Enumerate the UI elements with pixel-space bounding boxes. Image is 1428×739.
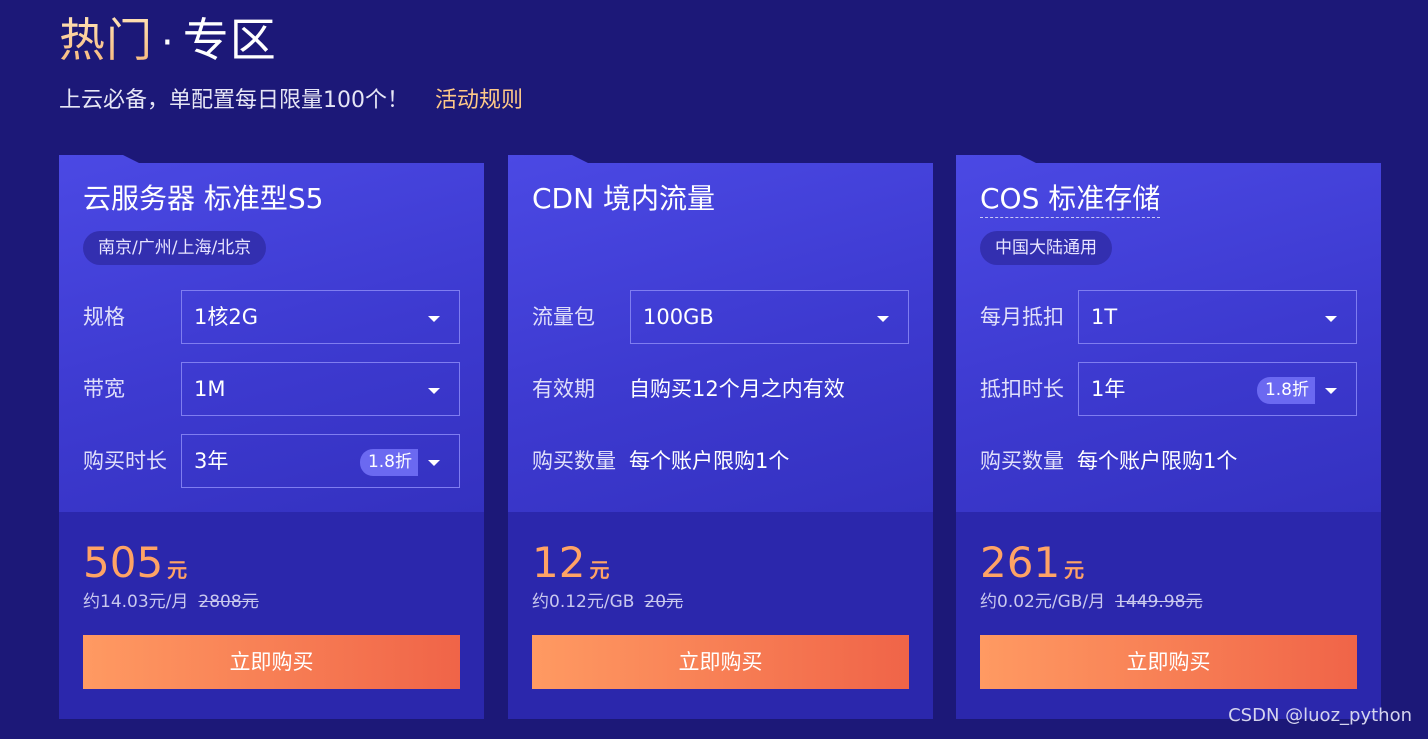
watermark: CSDN @luoz_python: [1228, 705, 1412, 726]
card-title: 云服务器 标准型S5: [83, 182, 324, 215]
spec-select-value: 1核2G: [194, 305, 258, 329]
quantity-value: 每个账户限购1个: [629, 449, 790, 473]
region-tag: 中国大陆通用: [980, 231, 1112, 265]
product-card-cos: COS 标准存储 中国大陆通用 每月抵扣 1T 抵扣时长 1年 1.8折 购买数…: [956, 155, 1381, 719]
buy-now-button[interactable]: 立即购买: [980, 635, 1357, 689]
duration-select[interactable]: 3年 1.8折: [181, 434, 460, 488]
buy-now-button[interactable]: 立即购买: [532, 635, 909, 689]
buy-now-button[interactable]: 立即购买: [83, 635, 460, 689]
price: 12 元: [532, 539, 609, 587]
price-unit: 元: [589, 558, 610, 582]
duration-label: 购买时长: [83, 449, 167, 473]
validity-label: 有效期: [532, 377, 595, 401]
unit-price: 约0.02元/GB/月: [980, 592, 1106, 612]
title-hot: 热门: [59, 13, 153, 67]
price-unit: 元: [1064, 558, 1085, 582]
monthly-deduction-label: 每月抵扣: [980, 305, 1064, 329]
original-price: 1449.98元: [1115, 592, 1203, 612]
chevron-down-icon: [428, 388, 440, 394]
price: 261 元: [980, 539, 1084, 587]
chevron-down-icon: [1325, 388, 1337, 394]
quantity-label: 购买数量: [532, 449, 616, 473]
subtitle-text: 上云必备，单配置每日限量100个！: [59, 88, 409, 113]
card-title[interactable]: COS 标准存储: [980, 181, 1161, 218]
deduction-duration-select[interactable]: 1年 1.8折: [1078, 362, 1357, 416]
discount-badge: 1.8折: [359, 449, 418, 476]
bandwidth-label: 带宽: [83, 377, 125, 401]
spec-select[interactable]: 1核2G: [181, 290, 460, 344]
page-title: 热门 · 专区: [59, 12, 277, 71]
duration-select-value: 3年: [194, 449, 229, 473]
bandwidth-select-value: 1M: [194, 377, 226, 401]
product-card-cvm: 云服务器 标准型S5 南京/广州/上海/北京 规格 1核2G 带宽 1M 购买时…: [59, 155, 484, 719]
original-price: 20元: [644, 592, 684, 612]
quantity-label: 购买数量: [980, 449, 1064, 473]
title-separator: ·: [161, 20, 175, 66]
chevron-down-icon: [428, 316, 440, 322]
monthly-deduction-select[interactable]: 1T: [1078, 290, 1357, 344]
traffic-pack-select[interactable]: 100GB: [630, 290, 909, 344]
chevron-down-icon: [877, 316, 889, 322]
price-detail: 约0.12元/GB 20元: [532, 590, 683, 614]
price-detail: 约14.03元/月 2808元: [83, 590, 259, 614]
unit-price: 约0.12元/GB: [532, 592, 635, 612]
price: 505 元: [83, 539, 187, 587]
bandwidth-select[interactable]: 1M: [181, 362, 460, 416]
unit-price: 约14.03元/月: [83, 592, 189, 612]
traffic-pack-label: 流量包: [532, 305, 595, 329]
validity-value: 自购买12个月之内有效: [629, 377, 845, 401]
page-subtitle: 上云必备，单配置每日限量100个！ 活动规则: [59, 86, 523, 116]
title-zone: 专区: [182, 13, 277, 67]
price-unit: 元: [167, 558, 188, 582]
card-title: CDN 境内流量: [532, 182, 715, 215]
chevron-down-icon: [428, 460, 440, 466]
deduction-duration-select-value: 1年: [1091, 377, 1126, 401]
rules-link[interactable]: 活动规则: [435, 88, 523, 113]
discount-badge: 1.8折: [1256, 377, 1315, 404]
chevron-down-icon: [1325, 316, 1337, 322]
price-value: 505: [83, 538, 164, 587]
product-card-cdn: CDN 境内流量 流量包 100GB 有效期 自购买12个月之内有效 购买数量 …: [508, 155, 933, 719]
price-value: 12: [532, 538, 586, 587]
traffic-pack-select-value: 100GB: [643, 305, 714, 329]
monthly-deduction-select-value: 1T: [1091, 305, 1118, 329]
spec-label: 规格: [83, 305, 125, 329]
quantity-value: 每个账户限购1个: [1077, 449, 1238, 473]
price-detail: 约0.02元/GB/月 1449.98元: [980, 590, 1202, 614]
price-value: 261: [980, 538, 1061, 587]
deduction-duration-label: 抵扣时长: [980, 377, 1064, 401]
region-tag: 南京/广州/上海/北京: [83, 231, 267, 265]
original-price: 2808元: [198, 592, 259, 612]
